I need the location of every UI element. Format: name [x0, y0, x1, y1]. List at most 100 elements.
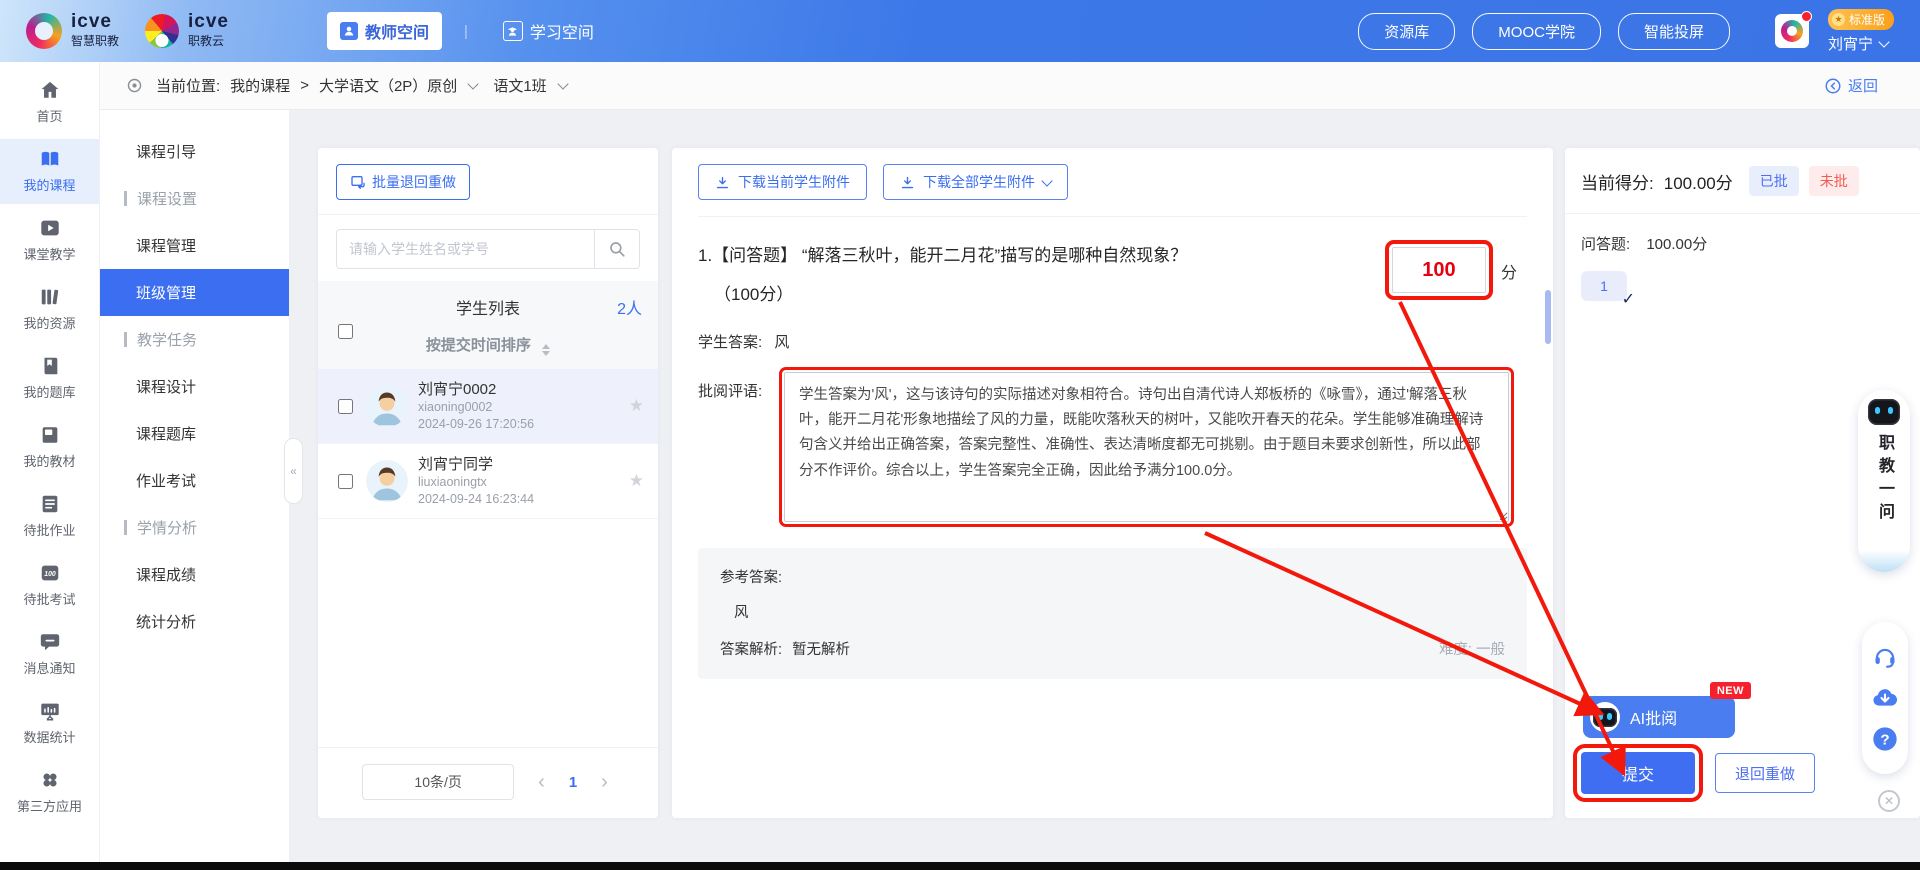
- review-comment-textarea[interactable]: 学生答案为'风'，这与该诗句的实际描述对象相符合。诗句出自清代诗人郑板桥的《咏雪…: [784, 372, 1509, 522]
- app-launcher-icon[interactable]: [1775, 14, 1809, 48]
- page-size-select[interactable]: 10条/页: [362, 764, 514, 800]
- floating-service-buttons: ?: [1862, 622, 1908, 774]
- score-input[interactable]: [1392, 247, 1486, 293]
- tab-separator: |: [464, 23, 468, 40]
- back-button[interactable]: 返回: [1818, 74, 1884, 97]
- logo-subtext: 智慧职教: [71, 34, 119, 48]
- ai-review-button[interactable]: AI批阅 NEW: [1583, 696, 1735, 738]
- pending-exams-icon: 100: [39, 562, 61, 584]
- menu-item-class-management[interactable]: 班级管理: [100, 269, 289, 316]
- student-row[interactable]: 刘宵宁0002 xiaoning0002 2024-09-26 17:20:56…: [318, 369, 658, 444]
- peacock-fan-logo-icon: [145, 14, 179, 48]
- menu-item-course-guide[interactable]: 课程引导: [100, 128, 289, 175]
- student-count[interactable]: 2人: [617, 295, 642, 319]
- download-icon: [900, 175, 915, 190]
- score-unit: 分: [1501, 259, 1517, 283]
- sidebar-item-messages[interactable]: 消息通知: [0, 622, 99, 687]
- menu-item-homework-exams[interactable]: 作业考试: [100, 457, 289, 504]
- current-score-label: 当前得分:: [1581, 169, 1654, 194]
- download-current-attachments-button[interactable]: 下载当前学生附件: [698, 164, 867, 200]
- chevron-down-icon: [1878, 36, 1889, 47]
- sidebar-item-pending-homework[interactable]: 待批作业: [0, 484, 99, 549]
- sidebar-item-data-statistics[interactable]: 数据统计: [0, 691, 99, 756]
- download-center-icon[interactable]: [1871, 684, 1899, 712]
- customer-service-icon[interactable]: [1871, 643, 1899, 671]
- sidebar-item-third-party-apps[interactable]: 第三方应用: [0, 760, 99, 825]
- batch-return-redo-button[interactable]: 批量退回重做: [336, 164, 470, 200]
- batch-return-icon: [350, 174, 366, 190]
- submit-button[interactable]: 提交: [1581, 752, 1695, 794]
- help-icon[interactable]: ?: [1871, 725, 1899, 753]
- student-checkbox[interactable]: [338, 474, 353, 489]
- zhijiao-assistant-widget[interactable]: 职教一问: [1858, 390, 1910, 572]
- sidebar-item-my-question-bank[interactable]: 我的题库: [0, 346, 99, 411]
- menu-collapse-handle[interactable]: «: [284, 438, 303, 504]
- icve-zhihuizhijiao-logo[interactable]: icve 智慧职教: [26, 12, 119, 50]
- sidebar-item-home[interactable]: 首页: [0, 70, 99, 135]
- sidebar-item-my-courses[interactable]: 我的课程: [0, 139, 99, 204]
- breadcrumb-my-courses[interactable]: 我的课程: [230, 75, 290, 96]
- return-redo-button[interactable]: 退回重做: [1715, 753, 1815, 793]
- tab-teacher-space[interactable]: 教师空间: [327, 12, 442, 50]
- smart-screencast-button[interactable]: 智能投屏: [1618, 13, 1730, 50]
- student-submit-time: 2024-09-24 16:23:44: [418, 491, 629, 508]
- user-menu[interactable]: 刘宵宁: [1828, 33, 1888, 54]
- sidebar-item-my-resources[interactable]: 我的资源: [0, 277, 99, 342]
- my-courses-icon: [39, 148, 61, 170]
- home-icon: [39, 79, 61, 101]
- breadcrumb-class-name[interactable]: 语文1班: [493, 75, 546, 96]
- student-list-header: 学生列表 2人 按提交时间排序: [318, 281, 658, 369]
- sidebar-item-my-textbooks[interactable]: 我的教材: [0, 415, 99, 480]
- prev-page-button[interactable]: ‹: [532, 771, 551, 793]
- resource-library-button[interactable]: 资源库: [1358, 13, 1455, 50]
- student-search-input[interactable]: [336, 229, 594, 269]
- current-page[interactable]: 1: [569, 774, 577, 791]
- sort-by-submit-time[interactable]: 按提交时间排序: [334, 334, 642, 356]
- menu-item-course-grades[interactable]: 课程成绩: [100, 551, 289, 598]
- menu-section-course-settings: 课程设置: [100, 175, 289, 222]
- sort-carets-icon: [542, 344, 550, 356]
- menu-item-statistical-analysis[interactable]: 统计分析: [100, 598, 289, 645]
- question-type-score: 100.00分: [1646, 236, 1707, 253]
- chevron-down-icon[interactable]: [468, 78, 479, 89]
- sidebar-item-classroom-teaching[interactable]: 课堂教学: [0, 208, 99, 273]
- student-row[interactable]: 刘宵宁同学 liuxiaoningtx 2024-09-24 16:23:44 …: [318, 444, 658, 519]
- star-icon[interactable]: ★: [629, 396, 644, 416]
- search-button[interactable]: [594, 229, 640, 269]
- icve-zhijiaoyun-logo[interactable]: icve 职教云: [145, 12, 229, 50]
- download-all-attachments-button[interactable]: 下载全部学生附件: [883, 164, 1068, 200]
- reference-answer-value: 风: [720, 601, 1505, 622]
- current-score-row: 当前得分: 100.00分 已批 未批: [1581, 166, 1904, 196]
- sort-label: 按提交时间排序: [426, 337, 531, 354]
- select-all-checkbox[interactable]: [338, 324, 353, 339]
- student-icon: [503, 21, 523, 41]
- breadcrumb-course-name[interactable]: 大学语文（2P）原创: [319, 75, 457, 96]
- floating-mini-logo: [1880, 366, 1902, 388]
- menu-item-course-question-bank[interactable]: 课程题库: [100, 410, 289, 457]
- data-statistics-icon: [39, 700, 61, 722]
- close-icon[interactable]: ✕: [1878, 790, 1900, 812]
- chevron-down-icon[interactable]: [557, 78, 568, 89]
- difficulty-label: 难度:: [1439, 642, 1472, 658]
- sidebar-item-pending-exams[interactable]: 100 待批考试: [0, 553, 99, 618]
- student-list-panel: 批量退回重做 学生列表 2人 按提交时间排序 刘宵宁0002 xiaoning0…: [318, 148, 658, 818]
- student-checkbox[interactable]: [338, 399, 353, 414]
- mooc-academy-button[interactable]: MOOC学院: [1472, 13, 1601, 50]
- current-score-value: 100.00分: [1664, 169, 1733, 194]
- robot-icon: [1868, 399, 1900, 425]
- menu-item-course-management[interactable]: 课程管理: [100, 222, 289, 269]
- tab-label: 教师空间: [365, 19, 429, 43]
- logo-text: icve: [188, 12, 229, 32]
- unreviewed-tab[interactable]: 未批: [1809, 166, 1859, 196]
- next-page-button[interactable]: ›: [595, 771, 614, 793]
- reviewed-tab[interactable]: 已批: [1749, 166, 1799, 196]
- scrollbar-thumb[interactable]: [1545, 290, 1551, 344]
- robot-icon: [1590, 702, 1620, 732]
- question-nav-chip[interactable]: 1 ✓: [1581, 271, 1627, 301]
- tab-learning-space[interactable]: 学习空间: [490, 12, 607, 50]
- my-resources-icon: [39, 286, 61, 308]
- star-icon[interactable]: ★: [629, 471, 644, 491]
- menu-item-course-design[interactable]: 课程设计: [100, 363, 289, 410]
- sidebar: 首页 我的课程 课堂教学 我的资源 我的题库 我的教材 待批作业 100 待批考: [0, 62, 100, 862]
- student-answer-value: 风: [774, 334, 789, 351]
